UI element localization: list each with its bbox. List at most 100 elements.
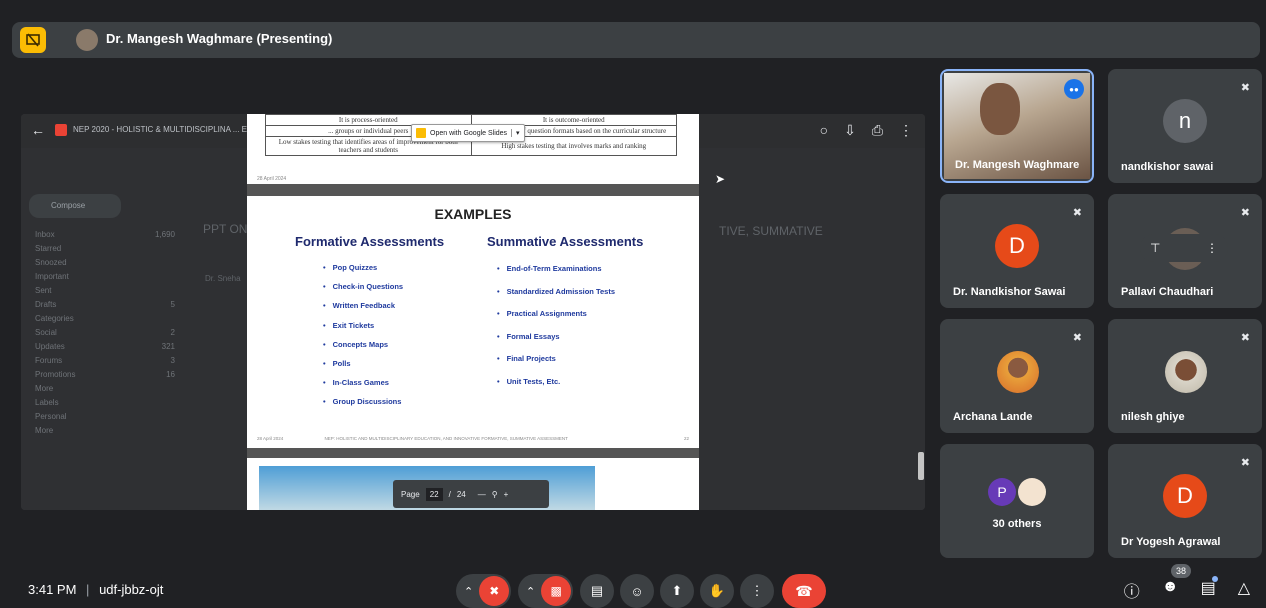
pdf-icon (55, 124, 67, 136)
add-shortcut-icon[interactable]: ○ (820, 122, 828, 139)
clock-time: 3:41 PM (28, 582, 77, 597)
people-count-badge: 38 (1171, 564, 1191, 578)
camera-options-button[interactable]: ⌃ ▩ (518, 574, 574, 608)
present-control: ⬆ (660, 574, 694, 608)
sidebar-item-label: Labels (35, 398, 59, 407)
mic-off-icon: ✖ (1240, 207, 1250, 219)
sidebar-item-label: Social (35, 328, 57, 337)
gmail-sidebar-item[interactable]: Starred (35, 242, 175, 256)
participant-tile-pinned[interactable]: ✖ ⊤ ⋮ Pallavi Chaudhari (1108, 194, 1262, 308)
camera-control: ⌃ ▩ (518, 574, 574, 608)
slide-title: EXAMPLES (434, 206, 512, 222)
presenter-avatar (76, 29, 98, 51)
slide-footer: 28 April 2024 NEP: HOLISTIC AND MULTIDIS… (257, 436, 689, 441)
sidebar-item-count: 2 (170, 328, 175, 337)
page-separator: / (448, 489, 451, 499)
formative-list: Pop Quizzes Check-in Questions Written F… (323, 258, 403, 412)
gmail-sidebar-item[interactable]: Drafts 5 (35, 298, 175, 312)
open-with-label: Open with Google Slides (430, 129, 508, 137)
slide-page-22: EXAMPLES Formative Assessments Summative… (247, 196, 699, 448)
side-panel-controls: ⓘ ☻ ▤ △ (1124, 578, 1250, 602)
gmail-sidebar-item[interactable]: More (35, 382, 175, 396)
zoom-fit-icon[interactable]: ⚲ (492, 490, 498, 499)
formative-heading: Formative Assessments (295, 234, 445, 249)
present-screen-icon[interactable]: ⬆ (660, 574, 694, 608)
emoji-icon[interactable]: ☺ (620, 574, 654, 608)
sidebar-item-count: 5 (170, 300, 175, 309)
gmail-sidebar-item[interactable]: Important (35, 270, 175, 284)
info-icon[interactable]: ⓘ (1124, 578, 1140, 602)
presenter-bar: Dr. Mangesh Waghmare (Presenting) (12, 22, 1260, 58)
mic-off-icon: ✖ (1072, 207, 1082, 219)
gmail-sidebar-item[interactable]: Sent (35, 284, 175, 298)
gmail-sidebar-item[interactable]: More (35, 424, 175, 438)
presenter-title: Dr. Mangesh Waghmare (Presenting) (106, 31, 333, 46)
participant-tile[interactable]: ✖ n nandkishor sawai (1108, 69, 1262, 183)
gmail-sidebar-item[interactable]: Snoozed (35, 256, 175, 270)
gmail-sidebar-item[interactable]: Updates 321 (35, 340, 175, 354)
mouse-cursor-icon: ➤ (715, 172, 726, 186)
zoom-out-icon[interactable]: — (478, 490, 486, 499)
sidebar-item-label: Categories (35, 314, 74, 323)
participant-tile[interactable]: ✖ D Dr. Nandkishor Sawai (940, 194, 1094, 308)
download-icon[interactable]: ⇩ (844, 122, 856, 139)
open-with-button[interactable]: Open with Google Slides ▾ (411, 124, 525, 142)
others-count: 30 others (992, 518, 1042, 530)
leave-call-icon[interactable]: ☎ (782, 574, 826, 608)
gmail-sidebar-item[interactable]: Categories (35, 312, 175, 326)
sidebar-item-count: 16 (166, 370, 175, 379)
mic-off-icon: ✖ (1072, 332, 1082, 344)
pin-icon[interactable]: ⊤ (1150, 241, 1160, 255)
more-options-icon[interactable]: ⋮ (740, 574, 774, 608)
summative-list: End-of-Term Examinations Standardized Ad… (497, 258, 615, 393)
participant-avatar: n (1163, 99, 1207, 143)
gmail-sidebar-item[interactable]: Social 2 (35, 326, 175, 340)
stop-presenting-icon[interactable] (20, 27, 46, 53)
sidebar-item-label: Drafts (35, 300, 57, 309)
list-item: Written Feedback (323, 296, 403, 315)
sidebar-item-label: Sent (35, 286, 52, 295)
participant-tile[interactable]: ✖ nilesh ghiye (1108, 319, 1262, 433)
print-icon[interactable]: ⎙ (872, 122, 883, 139)
scrollbar-thumb[interactable] (918, 452, 924, 480)
more-vert-icon[interactable]: ⋮ (899, 122, 913, 139)
gmail-sidebar-item[interactable]: Labels (35, 396, 175, 410)
mic-options-button[interactable]: ⌃ ✖ (456, 574, 512, 608)
raise-hand-icon[interactable]: ✋ (700, 574, 734, 608)
participant-avatar: D (995, 224, 1039, 268)
participant-tile[interactable]: ✖ Archana Lande (940, 319, 1094, 433)
gmail-sidebar-item[interactable]: Inbox 1,690 (35, 228, 175, 242)
page-navigation: Page 22 / 24 — ⚲ + (393, 480, 549, 508)
participant-photo (1165, 351, 1207, 393)
participant-photo (997, 351, 1039, 393)
mic-off-icon[interactable]: ✖ (479, 576, 510, 606)
activities-icon[interactable]: △ (1238, 578, 1250, 602)
compose-button[interactable]: Compose (29, 194, 121, 218)
camera-off-icon[interactable]: ▩ (541, 576, 572, 606)
mic-off-icon: ✖ (1240, 82, 1250, 94)
captions-icon[interactable]: ▤ (580, 574, 614, 608)
others-tile[interactable]: P 30 others (940, 444, 1094, 558)
list-item: Practical Assignments (497, 303, 615, 326)
gmail-sidebar-item[interactable]: Promotions 16 (35, 368, 175, 382)
gmail-sidebar-item[interactable]: Personal (35, 410, 175, 424)
gmail-sidebar-item[interactable]: Forums 3 (35, 354, 175, 368)
mic-control: ⌃ ✖ (456, 574, 512, 608)
back-arrow-icon[interactable]: ← (31, 122, 45, 138)
page-number-input[interactable]: 22 (425, 487, 443, 501)
participant-tile-presenter[interactable]: ●● Dr. Mangesh Waghmare (940, 69, 1094, 183)
zoom-in-icon[interactable]: + (504, 490, 509, 499)
list-item: Group Discussions (323, 392, 403, 411)
participant-tile[interactable]: ✖ D Dr Yogesh Agrawal (1108, 444, 1262, 558)
more-options-icon[interactable]: ⋮ (1206, 241, 1218, 255)
chevron-up-icon: ⌃ (526, 585, 536, 598)
chat-icon[interactable]: ▤ (1201, 578, 1216, 602)
info-separator: | (86, 582, 90, 597)
people-icon[interactable]: ☻ (1162, 578, 1179, 602)
list-item: End-of-Term Examinations (497, 258, 615, 281)
list-item: Exit Tickets (323, 316, 403, 335)
participant-name: nilesh ghiye (1121, 411, 1185, 423)
list-item: Standardized Admission Tests (497, 281, 615, 304)
viewer-actions: ○ ⇩ ⎙ ⋮ (820, 122, 913, 139)
dropdown-arrow-icon[interactable]: ▾ (511, 129, 524, 137)
